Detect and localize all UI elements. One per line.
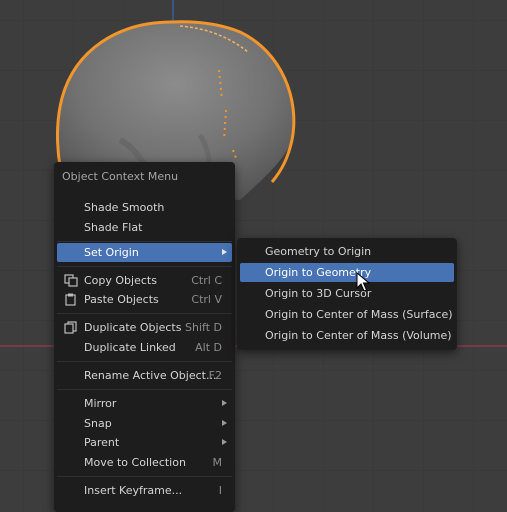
submenu-item-origin-to-geometry[interactable]: Origin to Geometry (240, 263, 454, 282)
submenu-arrow-icon (222, 439, 227, 445)
menu-item-label: Insert Keyframe... (84, 484, 183, 497)
menu-item-insert-keyframe[interactable]: Insert Keyframe... I (57, 481, 232, 500)
mouse-pointer-icon (356, 272, 370, 292)
menu-separator (57, 241, 232, 242)
menu-item-parent[interactable]: Parent (57, 433, 232, 452)
menu-item-move-to-collection[interactable]: Move to Collection M (57, 453, 232, 472)
submenu-item-label: Origin to Center of Mass (Volume) (265, 329, 452, 342)
menu-item-label: Shade Flat (84, 221, 143, 234)
duplicate-icon (64, 321, 77, 334)
shortcut-label: I (218, 484, 222, 497)
menu-separator (57, 476, 232, 477)
menu-separator (57, 266, 232, 267)
submenu-item-origin-to-center-of-mass-surface[interactable]: Origin to Center of Mass (Surface) (240, 305, 454, 324)
copy-icon (64, 274, 78, 287)
submenu-item-origin-to-3d-cursor[interactable]: Origin to 3D Cursor (240, 284, 454, 303)
menu-item-rename-active-object[interactable]: Rename Active Object... F2 (57, 366, 232, 385)
menu-item-label: Copy Objects (84, 274, 157, 287)
menu-item-label: Paste Objects (84, 293, 159, 306)
menu-separator (57, 313, 232, 314)
menu-item-label: Snap (84, 417, 112, 430)
menu-item-label: Move to Collection (84, 456, 186, 469)
menu-separator (57, 361, 232, 362)
menu-item-label: Duplicate Linked (84, 341, 176, 354)
submenu-item-label: Origin to Center of Mass (Surface) (265, 308, 453, 321)
menu-item-mirror[interactable]: Mirror (57, 394, 232, 413)
menu-item-label: Set Origin (84, 246, 139, 259)
menu-item-duplicate-objects[interactable]: Duplicate Objects Shift D (57, 318, 232, 337)
submenu-arrow-icon (222, 400, 227, 406)
menu-item-snap[interactable]: Snap (57, 414, 232, 433)
submenu-arrow-icon (222, 249, 227, 255)
menu-item-label: Duplicate Objects (84, 321, 182, 334)
menu-separator (57, 389, 232, 390)
menu-item-duplicate-linked[interactable]: Duplicate Linked Alt D (57, 338, 232, 357)
shortcut-label: M (212, 456, 223, 469)
menu-item-paste-objects[interactable]: Paste Objects Ctrl V (57, 290, 232, 309)
shortcut-label: Alt D (195, 341, 222, 354)
paste-icon (65, 293, 76, 306)
menu-item-label: Mirror (84, 397, 117, 410)
shortcut-label: Shift D (185, 321, 222, 334)
shortcut-label: F2 (208, 369, 222, 382)
menu-item-label: Rename Active Object... (84, 369, 217, 382)
submenu-item-geometry-to-origin[interactable]: Geometry to Origin (240, 242, 454, 261)
menu-item-shade-smooth[interactable]: Shade Smooth (57, 198, 232, 217)
submenu-item-label: Geometry to Origin (265, 245, 372, 258)
shortcut-label: Ctrl C (191, 274, 222, 287)
set-origin-submenu: Geometry to Origin Origin to Geometry Or… (237, 238, 457, 350)
menu-item-set-origin[interactable]: Set Origin (57, 243, 232, 262)
shortcut-label: Ctrl V (191, 293, 222, 306)
menu-title: Object Context Menu (62, 170, 179, 183)
submenu-item-origin-to-center-of-mass-volume[interactable]: Origin to Center of Mass (Volume) (240, 326, 454, 345)
menu-item-copy-objects[interactable]: Copy Objects Ctrl C (57, 271, 232, 290)
menu-item-label: Parent (84, 436, 120, 449)
submenu-arrow-icon (222, 420, 227, 426)
menu-item-shade-flat[interactable]: Shade Flat (57, 218, 232, 237)
object-context-menu: Object Context Menu Shade Smooth Shade F… (54, 162, 235, 512)
menu-item-label: Shade Smooth (84, 201, 165, 214)
